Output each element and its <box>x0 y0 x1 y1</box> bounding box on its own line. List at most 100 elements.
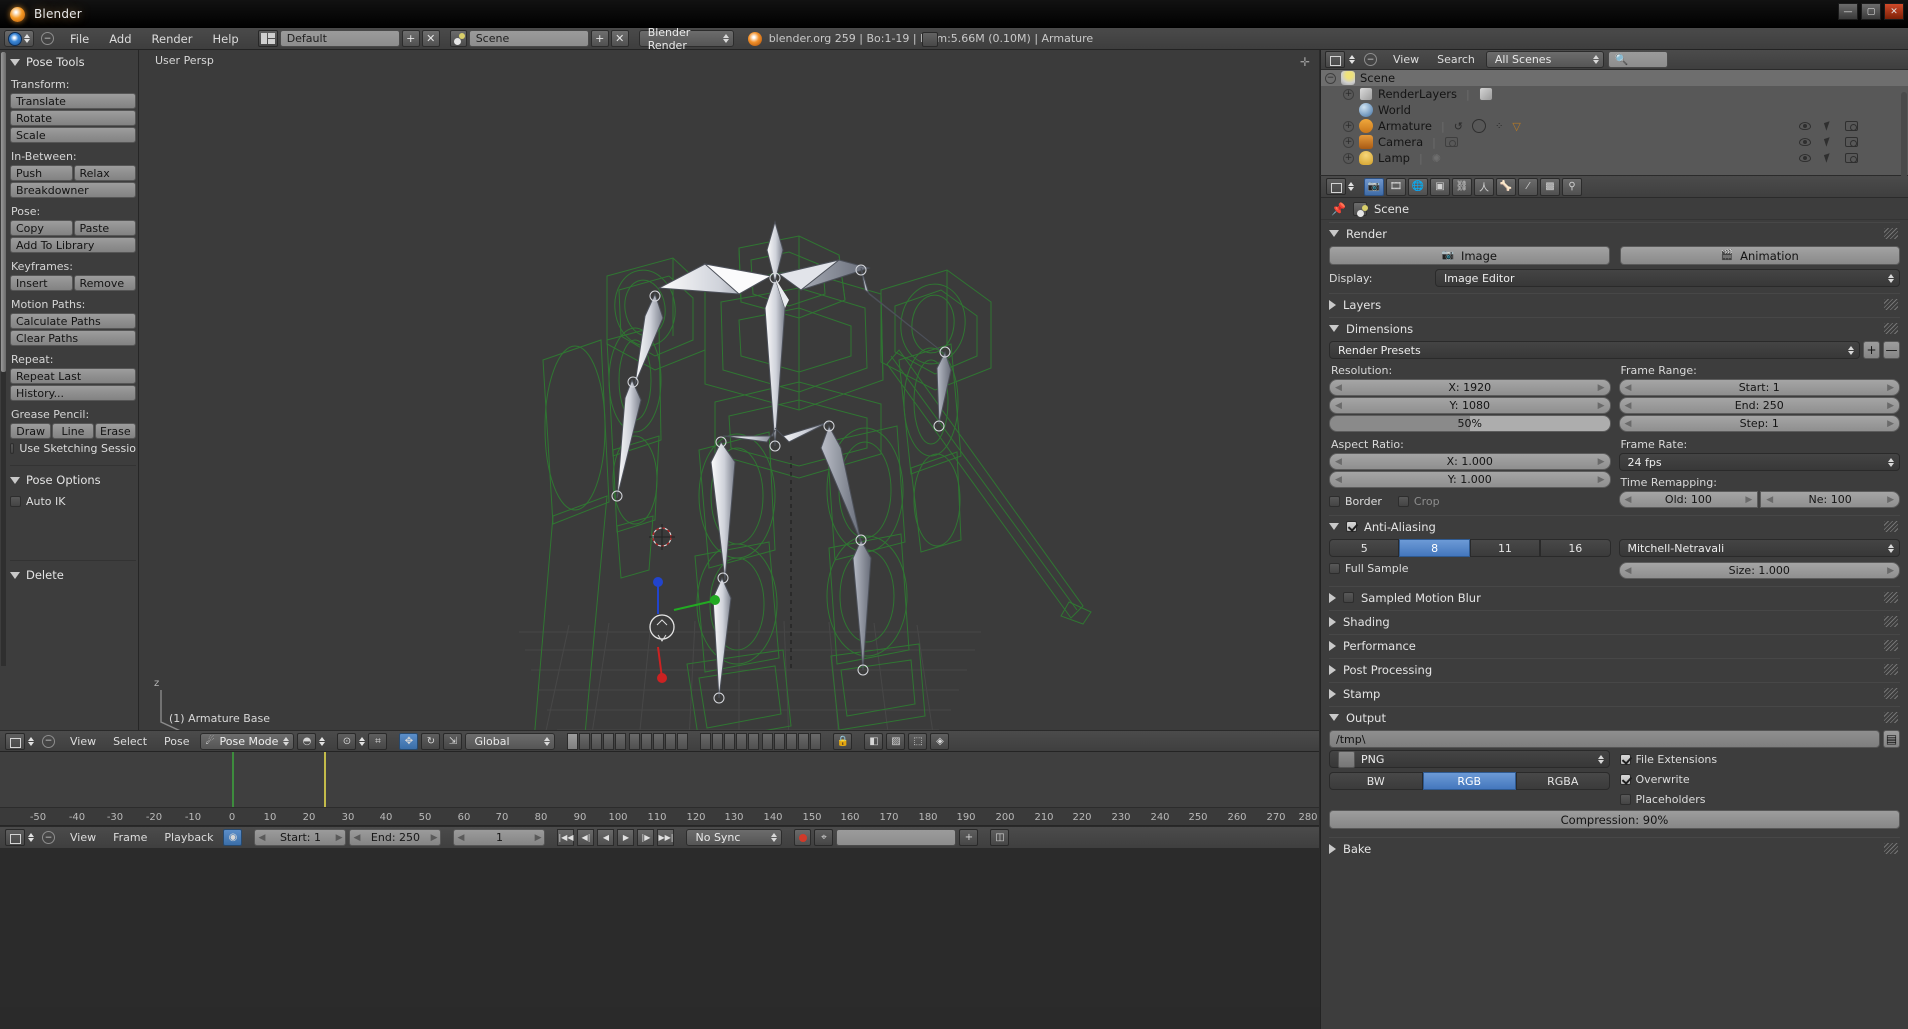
pin-icon[interactable]: 📌 <box>1331 202 1346 216</box>
display-mode-dropdown[interactable]: Image Editor <box>1435 269 1900 287</box>
antialiasing-checkbox[interactable] <box>1346 521 1357 532</box>
tab-object[interactable]: ⛓ <box>1452 178 1472 196</box>
collapse-menu-icon[interactable]: − <box>41 32 54 45</box>
tab-scene[interactable]: 🌐 <box>1408 178 1428 196</box>
menu-file[interactable]: File <box>61 30 98 48</box>
aa-samples-group[interactable]: 5 8 11 16 <box>1329 539 1611 557</box>
outliner-row-camera[interactable]: + Camera | <box>1321 134 1908 150</box>
viewport-menu-pose[interactable]: Pose <box>157 733 196 750</box>
overwrite-row[interactable]: Overwrite <box>1620 773 1901 786</box>
calculate-paths-button[interactable]: Calculate Paths <box>10 313 136 329</box>
checkbox-icon[interactable] <box>10 443 14 454</box>
keying-add-icon[interactable]: + <box>959 829 978 846</box>
insert-keyframe-button[interactable]: Insert <box>10 275 73 291</box>
render-preview-icon[interactable]: ◧ <box>864 733 883 750</box>
gp-draw-button[interactable]: Draw <box>10 423 51 439</box>
color-mode-bw[interactable]: BW <box>1329 772 1423 790</box>
menu-render[interactable]: Render <box>143 30 202 48</box>
color-mode-rgb[interactable]: RGB <box>1423 772 1517 790</box>
tab-armature-data[interactable]: 🦴 <box>1496 178 1516 196</box>
current-frame-field[interactable]: ◀1▶ <box>453 829 545 846</box>
outliner-restrict-columns[interactable] <box>1799 121 1858 131</box>
checkbox-icon[interactable] <box>1620 754 1631 765</box>
editor-type-icon[interactable] <box>5 829 25 846</box>
layer-buttons-group-1[interactable] <box>567 733 626 750</box>
output-path-field[interactable]: /tmp\ <box>1329 730 1880 748</box>
checkbox-icon[interactable] <box>1329 496 1340 507</box>
timeline-ruler[interactable]: -50 -40 -30 -20 -10 0 10 20 30 40 50 60 … <box>0 807 1319 825</box>
section-dimensions-header[interactable]: Dimensions <box>1329 317 1900 339</box>
rotate-manipulator-icon[interactable]: ↻ <box>421 733 440 750</box>
expand-toggle-icon[interactable]: + <box>1343 153 1354 164</box>
jump-to-start-button[interactable]: |◀◀ <box>557 829 574 846</box>
tab-bone[interactable]: ⁄ <box>1518 178 1538 196</box>
restrict-select-icon[interactable] <box>1824 121 1832 130</box>
auto-snap-icon[interactable]: ◉ <box>223 829 242 846</box>
section-layers-header[interactable]: Layers <box>1329 293 1900 315</box>
gp-erase-button[interactable]: Erase <box>95 423 136 439</box>
viewport-shading-icon[interactable]: ◓ <box>297 733 316 750</box>
prev-keyframe-button[interactable]: ◀| <box>577 829 594 846</box>
outliner-display-mode-dropdown[interactable]: All Scenes <box>1486 51 1604 68</box>
armature-data-icon[interactable] <box>1472 119 1486 133</box>
section-antialiasing-header[interactable]: Anti-Aliasing <box>1329 515 1900 537</box>
menu-add[interactable]: Add <box>100 30 140 48</box>
section-output-header[interactable]: Output <box>1329 706 1900 728</box>
play-reverse-button[interactable]: ◀ <box>597 829 614 846</box>
checkbox-icon[interactable] <box>1620 794 1631 805</box>
remove-scene-button[interactable]: ✕ <box>611 30 629 47</box>
3d-viewport[interactable]: User Persp ✛ (1) Armature Base <box>139 50 1319 730</box>
timeline-menu-frame[interactable]: Frame <box>106 829 154 846</box>
render-animation-button[interactable]: 🎬 Animation <box>1620 246 1901 265</box>
frame-step-field[interactable]: ◀Step: 1▶ <box>1619 415 1901 432</box>
keying-set-field[interactable] <box>836 829 956 846</box>
screen-layout-icon[interactable] <box>258 30 278 47</box>
auto-ik-row[interactable]: Auto IK <box>10 495 136 508</box>
resolution-percentage-slider[interactable]: 50% <box>1329 415 1611 432</box>
restrict-view-icon[interactable] <box>1799 138 1811 146</box>
jump-to-end-button[interactable]: ▶▶| <box>657 829 674 846</box>
tab-particles[interactable]: ⚲ <box>1562 178 1582 196</box>
breakdowner-button[interactable]: Breakdowner <box>10 182 136 198</box>
renderlayer-data-icon[interactable] <box>1479 87 1493 101</box>
aa-sample-5[interactable]: 5 <box>1329 539 1399 557</box>
aspect-x-field[interactable]: ◀X: 1.000▶ <box>1329 453 1611 470</box>
aa-size-field[interactable]: ◀Size: 1.000▶ <box>1619 562 1901 579</box>
play-button[interactable]: ▶ <box>617 829 634 846</box>
close-button[interactable]: ✕ <box>1884 3 1904 20</box>
render-engine-dropdown[interactable]: Blender Render <box>639 30 734 47</box>
keying-set-icon[interactable]: ⌖ <box>814 829 833 846</box>
menu-help[interactable]: Help <box>203 30 247 48</box>
keyframe-marker[interactable] <box>324 752 326 808</box>
collapse-toggle-icon[interactable]: − <box>1325 73 1336 84</box>
time-remap-new-field[interactable]: ◀Ne: 100▶ <box>1760 491 1900 508</box>
vertexgroup-icon[interactable]: ⁘ <box>1495 121 1503 132</box>
outliner-row-scene[interactable]: − Scene <box>1321 70 1908 86</box>
outliner-editor-icon[interactable] <box>1325 51 1345 68</box>
aa-sample-16[interactable]: 16 <box>1540 539 1610 557</box>
collapse-menu-icon[interactable]: − <box>42 831 55 844</box>
copy-pose-button[interactable]: Copy <box>10 220 73 236</box>
help-icon[interactable] <box>922 32 938 47</box>
relax-button[interactable]: Relax <box>74 165 137 181</box>
restrict-view-icon[interactable] <box>1799 154 1811 162</box>
rotate-button[interactable]: Rotate <box>10 110 136 126</box>
scale-manipulator-icon[interactable]: ⇲ <box>443 733 462 750</box>
checkbox-icon[interactable] <box>10 496 21 507</box>
compression-slider[interactable]: Compression: 90% <box>1329 810 1900 829</box>
current-frame-indicator[interactable] <box>232 752 234 808</box>
restrict-select-icon[interactable] <box>1824 153 1832 162</box>
timeline-menu-playback[interactable]: Playback <box>157 829 220 846</box>
camera-data-icon[interactable] <box>1445 137 1458 147</box>
add-scene-button[interactable]: + <box>591 30 609 47</box>
viewport-menu-view[interactable]: View <box>63 733 103 750</box>
section-sampled-motion-blur-header[interactable]: Sampled Motion Blur <box>1329 586 1900 608</box>
properties-editor-icon[interactable] <box>1326 178 1346 195</box>
repeat-last-button[interactable]: Repeat Last <box>10 368 136 384</box>
lamp-data-icon[interactable]: ✺ <box>1432 152 1441 165</box>
minimize-button[interactable]: — <box>1838 3 1858 20</box>
modifier-icon[interactable]: ▽ <box>1512 120 1520 133</box>
viewport-menu-select[interactable]: Select <box>106 733 154 750</box>
checkbox-icon[interactable] <box>1329 563 1340 574</box>
transform-orientation-dropdown[interactable]: Global <box>465 733 555 750</box>
